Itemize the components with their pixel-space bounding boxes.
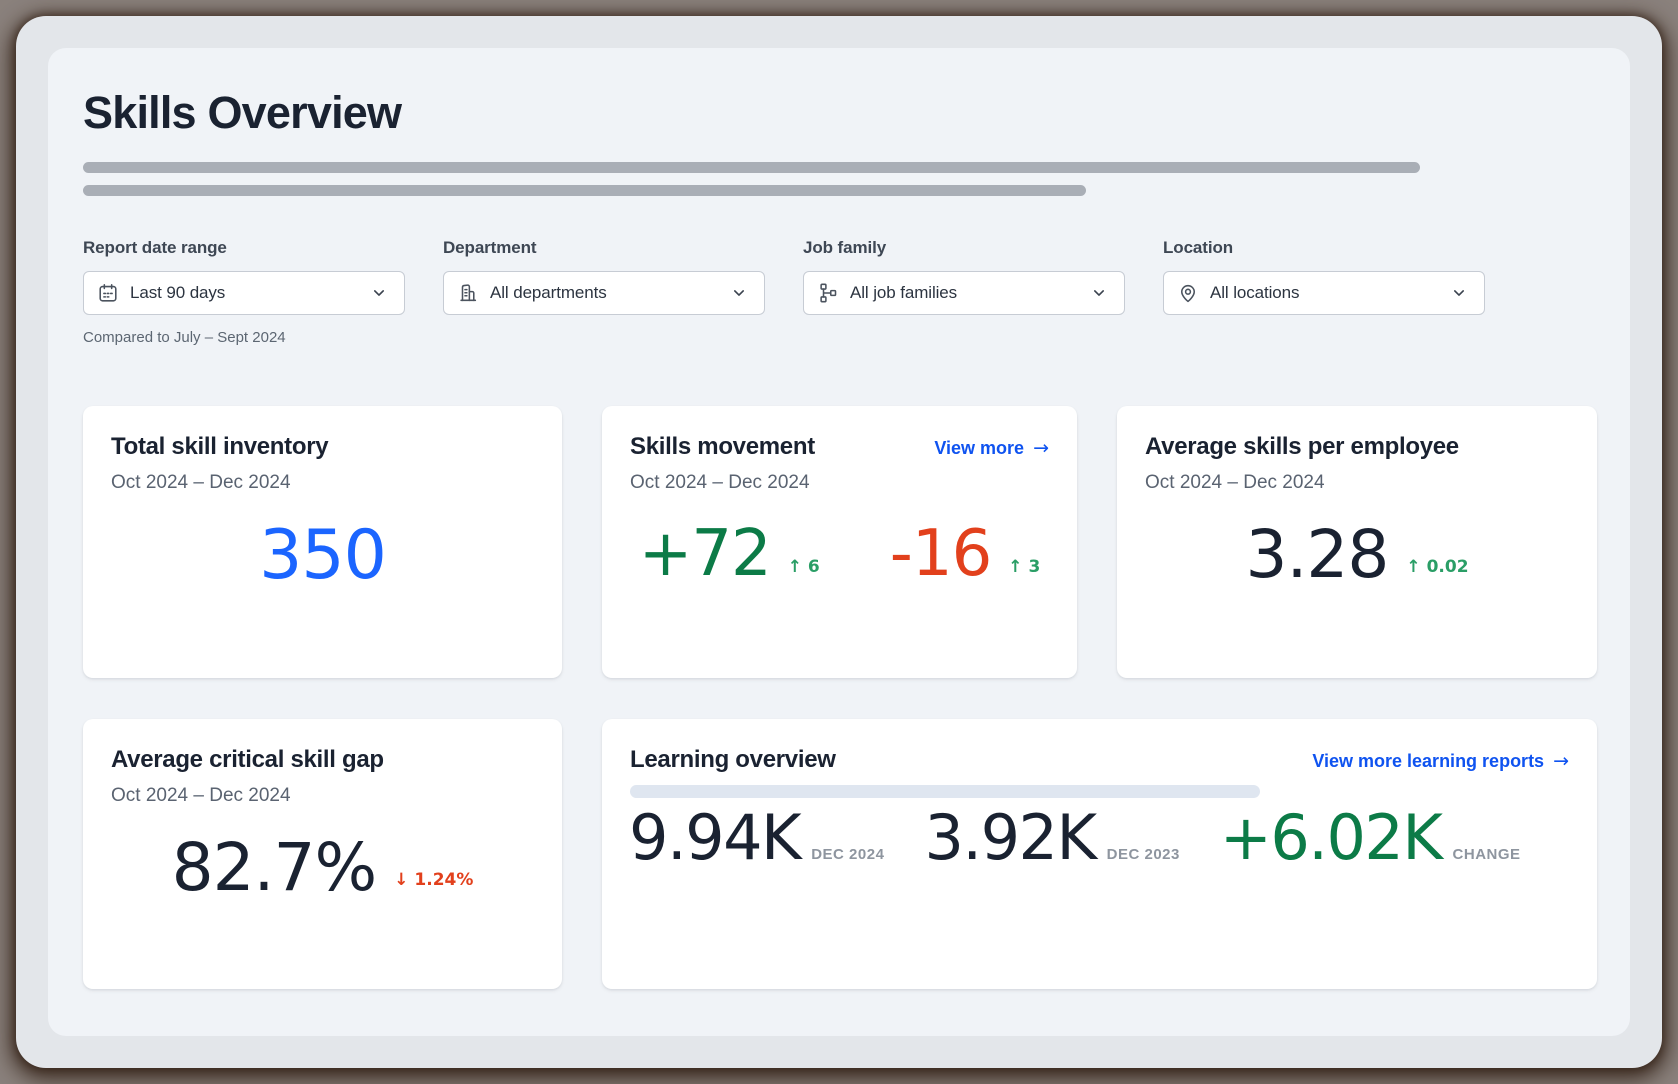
arrow-up-icon: ↑ [788,557,802,577]
card-date-range: Oct 2024 – Dec 2024 [111,785,534,807]
chevron-down-icon [369,283,389,303]
skeleton-bar [83,162,1420,173]
header-skeleton [83,162,1595,196]
arrow-down-icon: ↓ [394,870,408,890]
card-title: Average skills per employee [1145,433,1569,461]
metric-cards-row-2: Average critical skill gap Oct 2024 – De… [83,719,1595,989]
filter-label: Job family [803,238,1125,258]
delta-value: 3 [1028,557,1040,577]
learning-stats: 9.94K DEC 2024 3.92K DEC 2023 +6.02K CHA… [629,807,1521,869]
skeleton-bar [83,185,1086,196]
delta-value: 1.24% [414,870,473,890]
skills-gained-delta: ↑ 6 [788,557,820,577]
dashboard-panel: Skills Overview Report date range Last 9… [48,48,1630,1036]
dropdown-value: All departments [490,283,607,303]
skills-gained-value: +72 [639,522,771,586]
page-title: Skills Overview [83,88,1595,138]
dropdown-value: Last 90 days [130,283,225,303]
view-more-label: View more [934,438,1024,459]
arrow-up-icon: ↑ [1008,557,1022,577]
dropdown-value: All job families [850,283,957,303]
card-title: Total skill inventory [111,433,534,461]
filter-job-family: Job family All job families [803,238,1125,346]
skills-lost-group: -16 ↑ 3 [890,522,1041,586]
skills-lost-value: -16 [890,522,992,586]
view-more-learning-reports-link[interactable]: View more learning reports → [1312,750,1569,772]
card-skills-movement: Skills movement View more → Oct 2024 – D… [602,406,1077,678]
critical-skill-gap-value: 82.7% [172,835,377,901]
average-skills-value: 3.28 [1245,522,1388,588]
department-dropdown[interactable]: All departments [443,271,765,315]
skills-lost-delta: ↑ 3 [1008,557,1040,577]
stat-value: 3.92K [924,807,1095,869]
learning-stat-previous: 3.92K DEC 2023 [924,807,1179,869]
stat-label: CHANGE [1453,846,1521,863]
location-dropdown[interactable]: All locations [1163,271,1485,315]
filter-label: Department [443,238,765,258]
stat-label: DEC 2024 [811,846,884,863]
stat-label: DEC 2023 [1107,846,1180,863]
card-date-range: Oct 2024 – Dec 2024 [111,472,534,494]
card-average-skills-per-employee: Average skills per employee Oct 2024 – D… [1117,406,1597,678]
learning-stat-current: 9.94K DEC 2024 [629,807,884,869]
arrow-right-icon: → [1553,750,1569,772]
skills-gained-group: +72 ↑ 6 [639,522,820,586]
filter-label: Report date range [83,238,405,258]
filter-department: Department All departments [443,238,765,346]
report-date-range-dropdown[interactable]: Last 90 days [83,271,405,315]
learning-stat-change: +6.02K CHANGE [1220,807,1521,869]
org-chart-icon [817,282,839,304]
card-date-range: Oct 2024 – Dec 2024 [630,472,1049,494]
card-learning-overview: Learning overview View more learning rep… [602,719,1597,989]
filter-location: Location All locations [1163,238,1485,346]
dropdown-value: All locations [1210,283,1299,303]
view-more-learning-label: View more learning reports [1312,751,1544,772]
filter-report-date-range: Report date range Last 90 days Compared … [83,238,405,346]
calendar-icon [97,282,119,304]
location-pin-icon [1177,282,1199,304]
building-icon [457,282,479,304]
card-title: Learning overview [630,746,836,774]
delta-value: 6 [808,557,820,577]
stat-value: 9.94K [629,807,800,869]
metric-cards-row-1: Total skill inventory Oct 2024 – Dec 202… [83,406,1595,678]
filter-label: Location [1163,238,1485,258]
chevron-down-icon [729,283,749,303]
job-family-dropdown[interactable]: All job families [803,271,1125,315]
stat-value: +6.02K [1220,807,1442,869]
view-more-link[interactable]: View more → [934,437,1049,459]
delta-value: 0.02 [1427,557,1469,577]
app-window: Skills Overview Report date range Last 9… [16,16,1662,1068]
comparison-helper-text: Compared to July – Sept 2024 [83,329,405,346]
learning-skeleton-bar [630,785,1260,798]
arrow-right-icon: → [1033,437,1049,459]
card-title: Average critical skill gap [111,746,534,774]
chevron-down-icon [1089,283,1109,303]
filter-bar: Report date range Last 90 days Compared … [83,238,1595,346]
total-skill-inventory-value: 350 [259,516,386,595]
chevron-down-icon [1449,283,1469,303]
critical-skill-gap-delta: ↓ 1.24% [394,870,473,890]
arrow-up-icon: ↑ [1406,557,1420,577]
card-date-range: Oct 2024 – Dec 2024 [1145,472,1569,494]
card-total-skill-inventory: Total skill inventory Oct 2024 – Dec 202… [83,406,562,678]
card-title: Skills movement [630,433,815,461]
card-average-critical-skill-gap: Average critical skill gap Oct 2024 – De… [83,719,562,989]
average-skills-delta: ↑ 0.02 [1406,557,1468,577]
